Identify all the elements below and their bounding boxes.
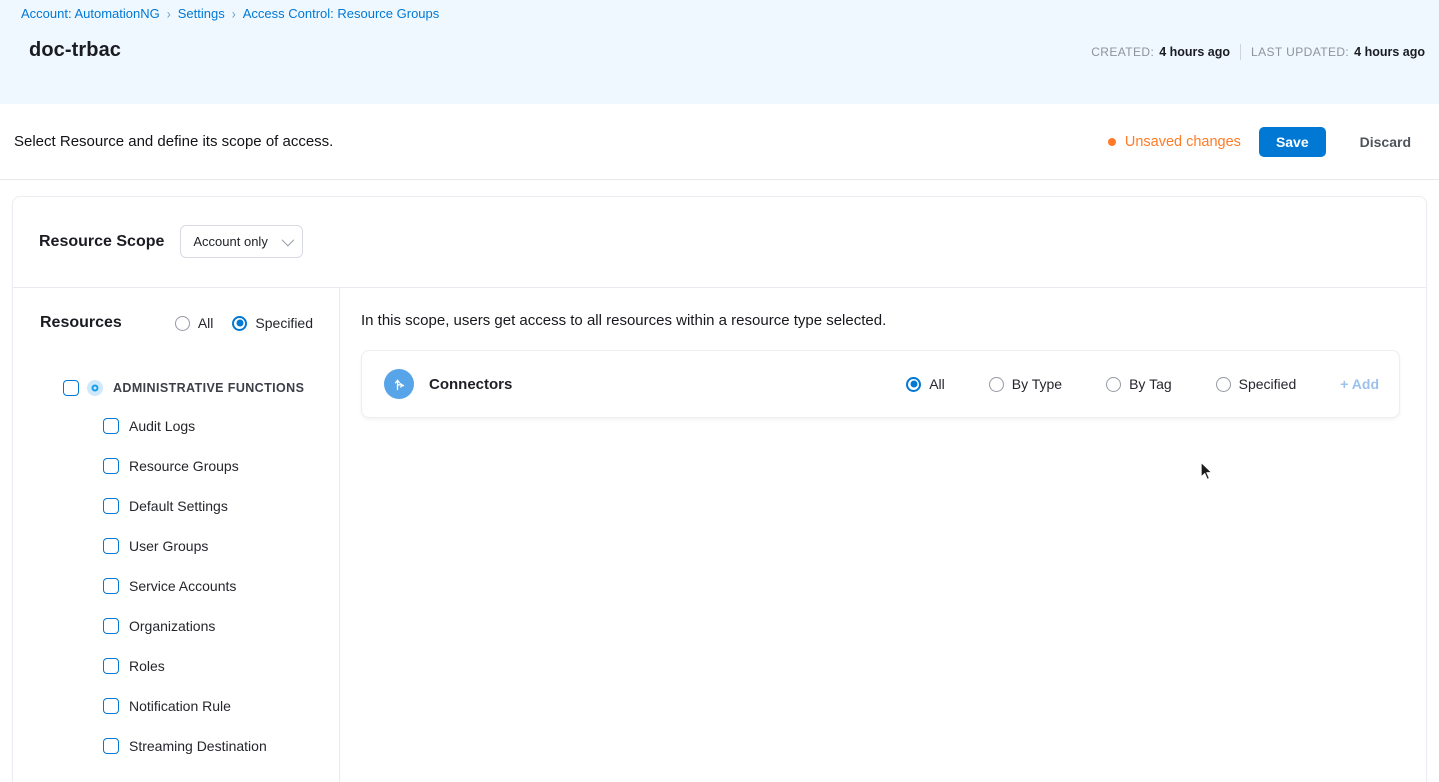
resources-tree: ADMINISTRATIVE FUNCTIONS Audit Logs Reso… — [40, 376, 313, 766]
resource-type-item[interactable]: Resource Groups — [40, 446, 313, 486]
radio-label: By Type — [1012, 376, 1062, 392]
created-label: CREATED: — [1091, 45, 1154, 59]
resource-scope-select[interactable]: Account only — [180, 225, 302, 258]
toolbar-description: Select Resource and define its scope of … — [14, 133, 333, 150]
updated-value: 4 hours ago — [1354, 45, 1425, 59]
resources-title: Resources — [40, 314, 122, 332]
resource-group-card: Resource Scope Account only Resources A — [12, 196, 1427, 782]
created-value: 4 hours ago — [1159, 45, 1230, 59]
resource-scope-label: Resource Scope — [39, 233, 164, 251]
resource-group-admin-functions[interactable]: ADMINISTRATIVE FUNCTIONS — [40, 376, 313, 400]
checkbox-icon[interactable] — [103, 458, 119, 474]
toolbar-actions: Unsaved changes Save Discard — [1108, 127, 1411, 157]
chevron-down-icon — [281, 234, 294, 247]
resource-type-item[interactable]: Roles — [40, 646, 313, 686]
radio-label: All — [929, 376, 945, 392]
resource-category-label: ADMINISTRATIVE FUNCTIONS — [113, 381, 304, 395]
unsaved-changes-indicator: Unsaved changes — [1108, 134, 1241, 150]
connectors-icon — [384, 369, 414, 399]
discard-button[interactable]: Discard — [1360, 134, 1411, 150]
card-body: Resources All Specified — [13, 288, 1426, 782]
radio-label: Specified — [255, 315, 313, 331]
resource-type-label: Resource Groups — [129, 458, 239, 474]
radio-icon — [906, 377, 921, 392]
connectors-access-option[interactable]: By Tag — [1106, 376, 1172, 392]
checkbox-icon[interactable] — [103, 498, 119, 514]
connectors-label: Connectors — [429, 376, 512, 393]
unsaved-changes-label: Unsaved changes — [1125, 134, 1241, 150]
add-button[interactable]: + Add — [1340, 376, 1379, 392]
resource-type-item[interactable]: Organizations — [40, 606, 313, 646]
unsaved-dot-icon — [1108, 138, 1116, 146]
resource-group-detail-page: Account: AutomationNG › Settings › Acces… — [0, 0, 1439, 782]
main-area: In this scope, users get access to all r… — [340, 288, 1426, 782]
connectors-access-radios: All By Type By Tag Specified — [906, 376, 1296, 392]
resource-type-label: Service Accounts — [129, 578, 236, 594]
checkbox-icon[interactable] — [103, 538, 119, 554]
radio-icon — [232, 316, 247, 331]
radio-icon — [1106, 377, 1121, 392]
connectors-access-option[interactable]: All — [906, 376, 945, 392]
save-button[interactable]: Save — [1259, 127, 1326, 157]
breadcrumb: Account: AutomationNG › Settings › Acces… — [21, 5, 1425, 21]
title-row: doc-trbac CREATED: 4 hours ago LAST UPDA… — [21, 21, 1425, 62]
connectors-row: Connectors All By Type By T — [361, 350, 1400, 418]
resources-mode-option[interactable]: All — [175, 315, 214, 331]
resources-mode-option[interactable]: Specified — [232, 315, 313, 331]
resources-header: Resources All Specified — [40, 314, 313, 332]
page-header: Account: AutomationNG › Settings › Acces… — [0, 0, 1439, 104]
updated-label: LAST UPDATED: — [1251, 45, 1349, 59]
breadcrumb-link[interactable]: Access Control: Resource Groups — [243, 6, 440, 21]
resource-type-item[interactable]: Default Settings — [40, 486, 313, 526]
checkbox-icon[interactable] — [103, 578, 119, 594]
content-area: Resource Scope Account only Resources A — [0, 180, 1439, 782]
resource-type-item[interactable]: Streaming Destination — [40, 726, 313, 766]
toolbar: Select Resource and define its scope of … — [0, 104, 1439, 180]
resource-scope-section: Resource Scope Account only — [13, 197, 1426, 288]
scope-note: In this scope, users get access to all r… — [361, 312, 1400, 329]
resource-type-label: Streaming Destination — [129, 738, 267, 754]
connectors-access-option[interactable]: By Type — [989, 376, 1062, 392]
resource-type-item[interactable]: Audit Logs — [40, 406, 313, 446]
radio-label: By Tag — [1129, 376, 1172, 392]
resource-type-item[interactable]: Notification Rule — [40, 686, 313, 726]
breadcrumb-separator: › — [232, 5, 236, 21]
radio-label: All — [198, 315, 214, 331]
page-title: doc-trbac — [29, 39, 121, 62]
checkbox-icon[interactable] — [63, 380, 79, 396]
breadcrumb-link[interactable]: Account: AutomationNG — [21, 6, 160, 21]
radio-icon — [1216, 377, 1231, 392]
timestamps: CREATED: 4 hours ago LAST UPDATED: 4 hou… — [1091, 44, 1425, 60]
checkbox-icon[interactable] — [103, 738, 119, 754]
resource-type-label: User Groups — [129, 538, 208, 554]
resources-panel: Resources All Specified — [13, 288, 340, 782]
checkbox-icon[interactable] — [103, 698, 119, 714]
resource-type-item[interactable]: Service Accounts — [40, 566, 313, 606]
checkbox-icon[interactable] — [103, 658, 119, 674]
connectors-access-option[interactable]: Specified — [1216, 376, 1297, 392]
resource-type-label: Organizations — [129, 618, 215, 634]
checkbox-icon[interactable] — [103, 418, 119, 434]
resource-scope-selected-value: Account only — [193, 234, 267, 249]
radio-label: Specified — [1239, 376, 1297, 392]
radio-icon — [175, 316, 190, 331]
resource-type-label: Notification Rule — [129, 698, 231, 714]
radio-icon — [989, 377, 1004, 392]
resource-type-label: Roles — [129, 658, 165, 674]
resource-type-item[interactable]: User Groups — [40, 526, 313, 566]
resource-type-label: Audit Logs — [129, 418, 195, 434]
resource-type-label: Default Settings — [129, 498, 228, 514]
breadcrumb-link[interactable]: Settings — [178, 6, 225, 21]
resources-mode-radios: All Specified — [175, 315, 313, 331]
checkbox-icon[interactable] — [103, 618, 119, 634]
breadcrumb-separator: › — [167, 5, 171, 21]
resource-type-list: Audit Logs Resource Groups Default Setti… — [40, 406, 313, 766]
divider — [1240, 44, 1241, 60]
account-scope-icon — [87, 380, 103, 396]
